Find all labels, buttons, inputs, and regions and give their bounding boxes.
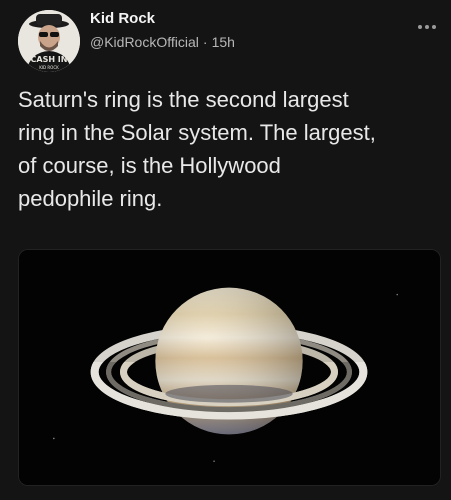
meta-separator: · [202,34,208,50]
author-name[interactable]: Kid Rock [90,10,155,28]
more-options-button[interactable] [415,18,439,36]
svg-text:CASH IN: CASH IN [31,55,68,64]
tweet-meta: @KidRockOfficial · 15h [90,33,235,51]
tweet-media[interactable] [18,249,441,486]
svg-text:KID ROCK: KID ROCK [39,65,59,70]
avatar[interactable]: CASH IN KID ROCK [18,10,80,72]
tweet-timestamp[interactable]: 15h [212,34,235,50]
saturn-image [19,250,440,485]
more-icon [418,25,436,29]
author-handle[interactable]: @KidRockOfficial [90,34,199,50]
tweet-text: Saturn's ring is the second largest ring… [18,87,376,211]
tweet-card: CASH IN KID ROCK Kid Rock @KidRockOffici… [0,0,451,500]
